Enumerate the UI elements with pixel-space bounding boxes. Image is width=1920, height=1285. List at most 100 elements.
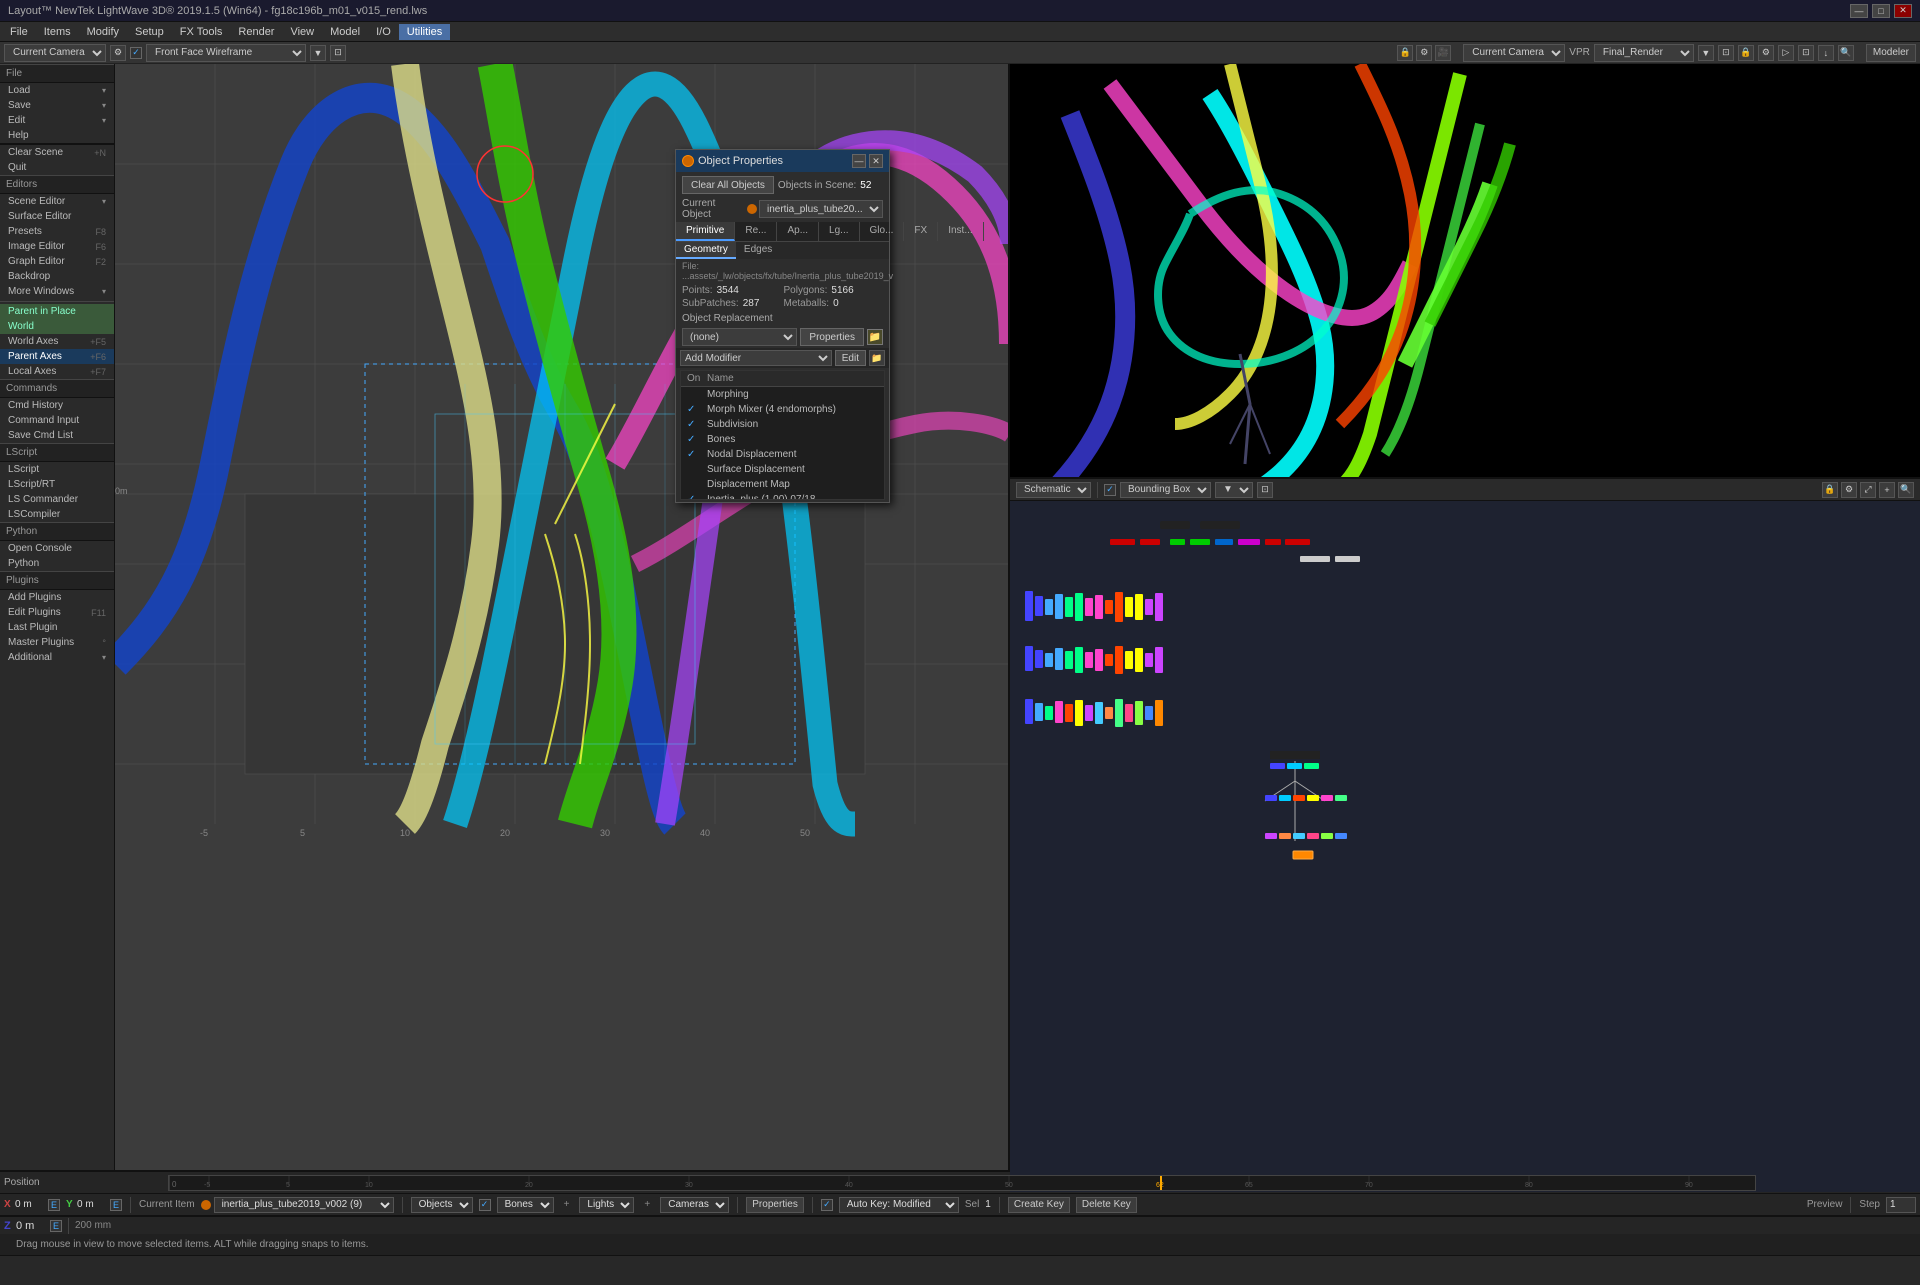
dialog-minimize-btn[interactable]: — [852, 154, 866, 168]
tb-cam-icon[interactable]: 🎥 [1435, 45, 1451, 61]
schematic-select[interactable]: Schematic [1016, 482, 1091, 498]
sidebar-load[interactable]: Load▾ [0, 83, 114, 98]
python-section-header[interactable]: Python [0, 522, 114, 541]
schematic-search-icon[interactable]: 🔍 [1898, 482, 1914, 498]
edit-modifier-btn[interactable]: Edit [835, 350, 866, 366]
minimize-button[interactable]: — [1850, 4, 1868, 18]
tab-ap[interactable]: Ap... [777, 222, 819, 241]
schematic-icon1[interactable]: ⊡ [1257, 482, 1273, 498]
folder-icon[interactable]: 📁 [867, 329, 883, 345]
modeler-button[interactable]: Modeler [1866, 44, 1916, 62]
modifier-folder-icon[interactable]: 📁 [869, 350, 885, 366]
category-select[interactable]: Objects [411, 1197, 473, 1213]
cameras-select[interactable]: Cameras [660, 1197, 729, 1213]
sidebar-ls-compiler[interactable]: LSCompiler [0, 507, 114, 522]
x-e-btn[interactable]: E [48, 1199, 60, 1211]
render-mode-select[interactable]: Final_Render [1594, 44, 1694, 62]
tb-icon6[interactable]: 🔒 [1738, 45, 1754, 61]
sidebar-parent-axes[interactable]: Parent Axes+F6 [0, 349, 114, 364]
schematic-add-icon[interactable]: + [1879, 482, 1895, 498]
current-object-select[interactable]: inertia_plus_tube20... [759, 200, 883, 218]
close-button[interactable]: ✕ [1894, 4, 1912, 18]
sidebar-quit[interactable]: Quit [0, 160, 114, 175]
properties-btn-bottom[interactable]: Properties [746, 1197, 804, 1213]
schematic-expand-icon[interactable]: ⤢ [1860, 482, 1876, 498]
schematic-mode-select2[interactable]: ▼ [1215, 482, 1253, 498]
tb-settings-icon[interactable]: ⚙ [1416, 45, 1432, 61]
sidebar-world[interactable]: World [0, 319, 114, 334]
inner-tab-edges[interactable]: Edges [736, 242, 780, 259]
plugins-section-header[interactable]: Plugins [0, 571, 114, 590]
menu-modify[interactable]: Modify [79, 24, 127, 40]
sidebar-last-plugin[interactable]: Last Plugin [0, 620, 114, 635]
sidebar-clear-scene[interactable]: Clear Scene +N [0, 145, 114, 160]
y-e-btn[interactable]: E [110, 1199, 122, 1211]
modifier-inertia-plus[interactable]: ✓ Inertia_plus (1.00) 07/18 [681, 492, 884, 500]
menu-items[interactable]: Items [36, 24, 79, 40]
tab-primitive[interactable]: Primitive [676, 222, 735, 241]
sidebar-help[interactable]: Help [0, 128, 114, 143]
sidebar-surface-editor[interactable]: Surface Editor [0, 209, 114, 224]
modifier-displacement-map[interactable]: Displacement Map [681, 477, 884, 492]
sidebar-parent-in-place[interactable]: Parent in Place [0, 304, 114, 319]
camera-select[interactable]: Current Camera [4, 44, 106, 62]
render-viewport[interactable] [1010, 64, 1920, 479]
tb-icon4[interactable]: ▼ [1698, 45, 1714, 61]
sidebar-save[interactable]: Save▾ [0, 98, 114, 113]
sidebar-more-windows[interactable]: More Windows▾ [0, 284, 114, 299]
commands-section-header[interactable]: Commands [0, 379, 114, 398]
sidebar-cmd-history[interactable]: Cmd History [0, 398, 114, 413]
auto-key-checkbox[interactable] [821, 1199, 833, 1211]
view-mode-select[interactable]: Front Face Wireframe [146, 44, 306, 62]
tab-inst[interactable]: Inst... [938, 222, 983, 241]
auto-key-select[interactable]: Auto Key: Modified [839, 1197, 959, 1213]
tab-lg[interactable]: Lg... [819, 222, 859, 241]
frame-track[interactable]: 0 -5 5 10 20 30 40 50 62 65 [168, 1175, 1756, 1191]
dialog-close-btn[interactable]: ✕ [869, 154, 883, 168]
tab-fx[interactable]: FX [904, 222, 938, 241]
schematic-viewport[interactable]: Schematic Bounding Box ▼ ⊡ [1010, 479, 1920, 1170]
tb-icon11[interactable]: 🔍 [1838, 45, 1854, 61]
sidebar-additional[interactable]: Additional▾ [0, 650, 114, 665]
sidebar-edit[interactable]: Edit▾ [0, 113, 114, 128]
menu-render[interactable]: Render [230, 24, 282, 40]
file-section-header[interactable]: File [0, 64, 114, 83]
bones-select[interactable]: Bones [497, 1197, 554, 1213]
modifier-nodal-displacement[interactable]: ✓ Nodal Displacement [681, 447, 884, 462]
tab-re[interactable]: Re... [735, 222, 777, 241]
tb-icon5[interactable]: ⊡ [1718, 45, 1734, 61]
obj-replace-select[interactable]: (none) [682, 328, 797, 346]
step-input[interactable] [1886, 1197, 1916, 1213]
schematic-bb-checkbox[interactable] [1104, 484, 1116, 496]
modifier-bones[interactable]: ✓ Bones [681, 432, 884, 447]
objects-checkbox[interactable] [479, 1199, 491, 1211]
tab-glo[interactable]: Glo... [860, 222, 905, 241]
sidebar-presets[interactable]: PresetsF8 [0, 224, 114, 239]
schematic-settings-icon[interactable]: ⚙ [1841, 482, 1857, 498]
menu-fxtools[interactable]: FX Tools [172, 24, 231, 40]
z-e-btn[interactable]: E [50, 1220, 62, 1232]
tb-lock-icon[interactable]: 🔒 [1397, 45, 1413, 61]
modifier-morphing[interactable]: Morphing [681, 387, 884, 402]
tb-icon1[interactable]: ⚙ [110, 45, 126, 61]
clear-all-objects-button[interactable]: Clear All Objects [682, 176, 774, 194]
sidebar-open-console[interactable]: Open Console [0, 541, 114, 556]
lights-select[interactable]: Lights [579, 1197, 634, 1213]
tb-checkbox[interactable] [130, 47, 142, 59]
tb-icon3[interactable]: ⊡ [330, 45, 346, 61]
sidebar-command-input[interactable]: Command Input [0, 413, 114, 428]
bounding-box-select[interactable]: Bounding Box [1120, 482, 1211, 498]
modifier-subdivision[interactable]: ✓ Subdivision [681, 417, 884, 432]
menu-io[interactable]: I/O [368, 24, 399, 40]
current-item-select[interactable]: inertia_plus_tube2019_v002 (9) [214, 1197, 394, 1213]
tb-icon2[interactable]: ▼ [310, 45, 326, 61]
sidebar-master-plugins[interactable]: Master Plugins° [0, 635, 114, 650]
menu-setup[interactable]: Setup [127, 24, 172, 40]
create-key-btn[interactable]: Create Key [1008, 1197, 1070, 1213]
maximize-button[interactable]: □ [1872, 4, 1890, 18]
menu-view[interactable]: View [282, 24, 322, 40]
sidebar-add-plugins[interactable]: Add Plugins [0, 590, 114, 605]
tb-icon8[interactable]: ▷ [1778, 45, 1794, 61]
sidebar-local-axes[interactable]: Local Axes+F7 [0, 364, 114, 379]
inner-tab-geometry[interactable]: Geometry [676, 242, 736, 259]
